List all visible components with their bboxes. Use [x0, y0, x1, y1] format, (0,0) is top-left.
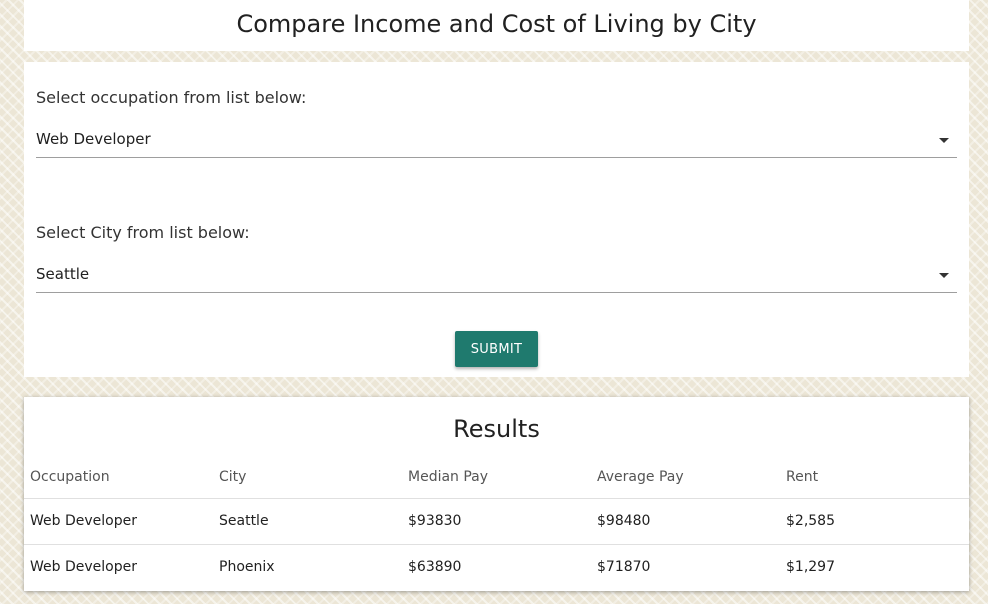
table-cell: Seattle — [213, 498, 402, 545]
column-header: Rent — [780, 457, 969, 499]
table-cell: Web Developer — [24, 498, 213, 545]
table-cell: $98480 — [591, 498, 780, 545]
occupation-select-value: Web Developer — [36, 130, 151, 148]
city-select-value: Seattle — [36, 265, 90, 283]
results-title: Results — [453, 415, 540, 443]
table-cell: $93830 — [402, 498, 591, 545]
city-select[interactable]: Seattle — [36, 259, 957, 293]
column-header: Median Pay — [402, 457, 591, 499]
results-card: Results Occupation City Median Pay Avera… — [24, 397, 969, 591]
page-title: Compare Income and Cost of Living by Cit… — [236, 10, 757, 38]
table-row: Web Developer Seattle $93830 $98480 $2,5… — [24, 498, 969, 545]
table-cell: $1,297 — [786, 559, 835, 576]
table-cell: Web Developer — [30, 559, 137, 576]
dropdown-arrow-icon — [939, 138, 949, 143]
table-cell: $71870 — [597, 559, 651, 576]
column-header: Occupation — [24, 457, 213, 499]
selection-form: Select occupation from list below: Web D… — [24, 62, 969, 377]
table-header-row: Occupation City Median Pay Average Pay R… — [24, 457, 969, 499]
occupation-label: Select occupation from list below: — [36, 88, 307, 107]
submit-button[interactable]: SUBMIT — [455, 331, 538, 367]
occupation-select[interactable]: Web Developer — [36, 124, 957, 158]
dropdown-arrow-icon — [939, 273, 949, 278]
table-row: Web Developer Phoenix $63890 $71870 $1,2… — [24, 544, 969, 590]
table-cell: Phoenix — [219, 559, 275, 576]
table-cell: $63890 — [408, 559, 462, 576]
results-table: Occupation City Median Pay Average Pay R… — [24, 457, 969, 590]
city-label: Select City from list below: — [36, 223, 250, 242]
column-header: City — [213, 457, 402, 499]
title-card: Compare Income and Cost of Living by Cit… — [24, 0, 969, 51]
table-cell: $2,585 — [780, 498, 969, 545]
column-header: Average Pay — [591, 457, 780, 499]
